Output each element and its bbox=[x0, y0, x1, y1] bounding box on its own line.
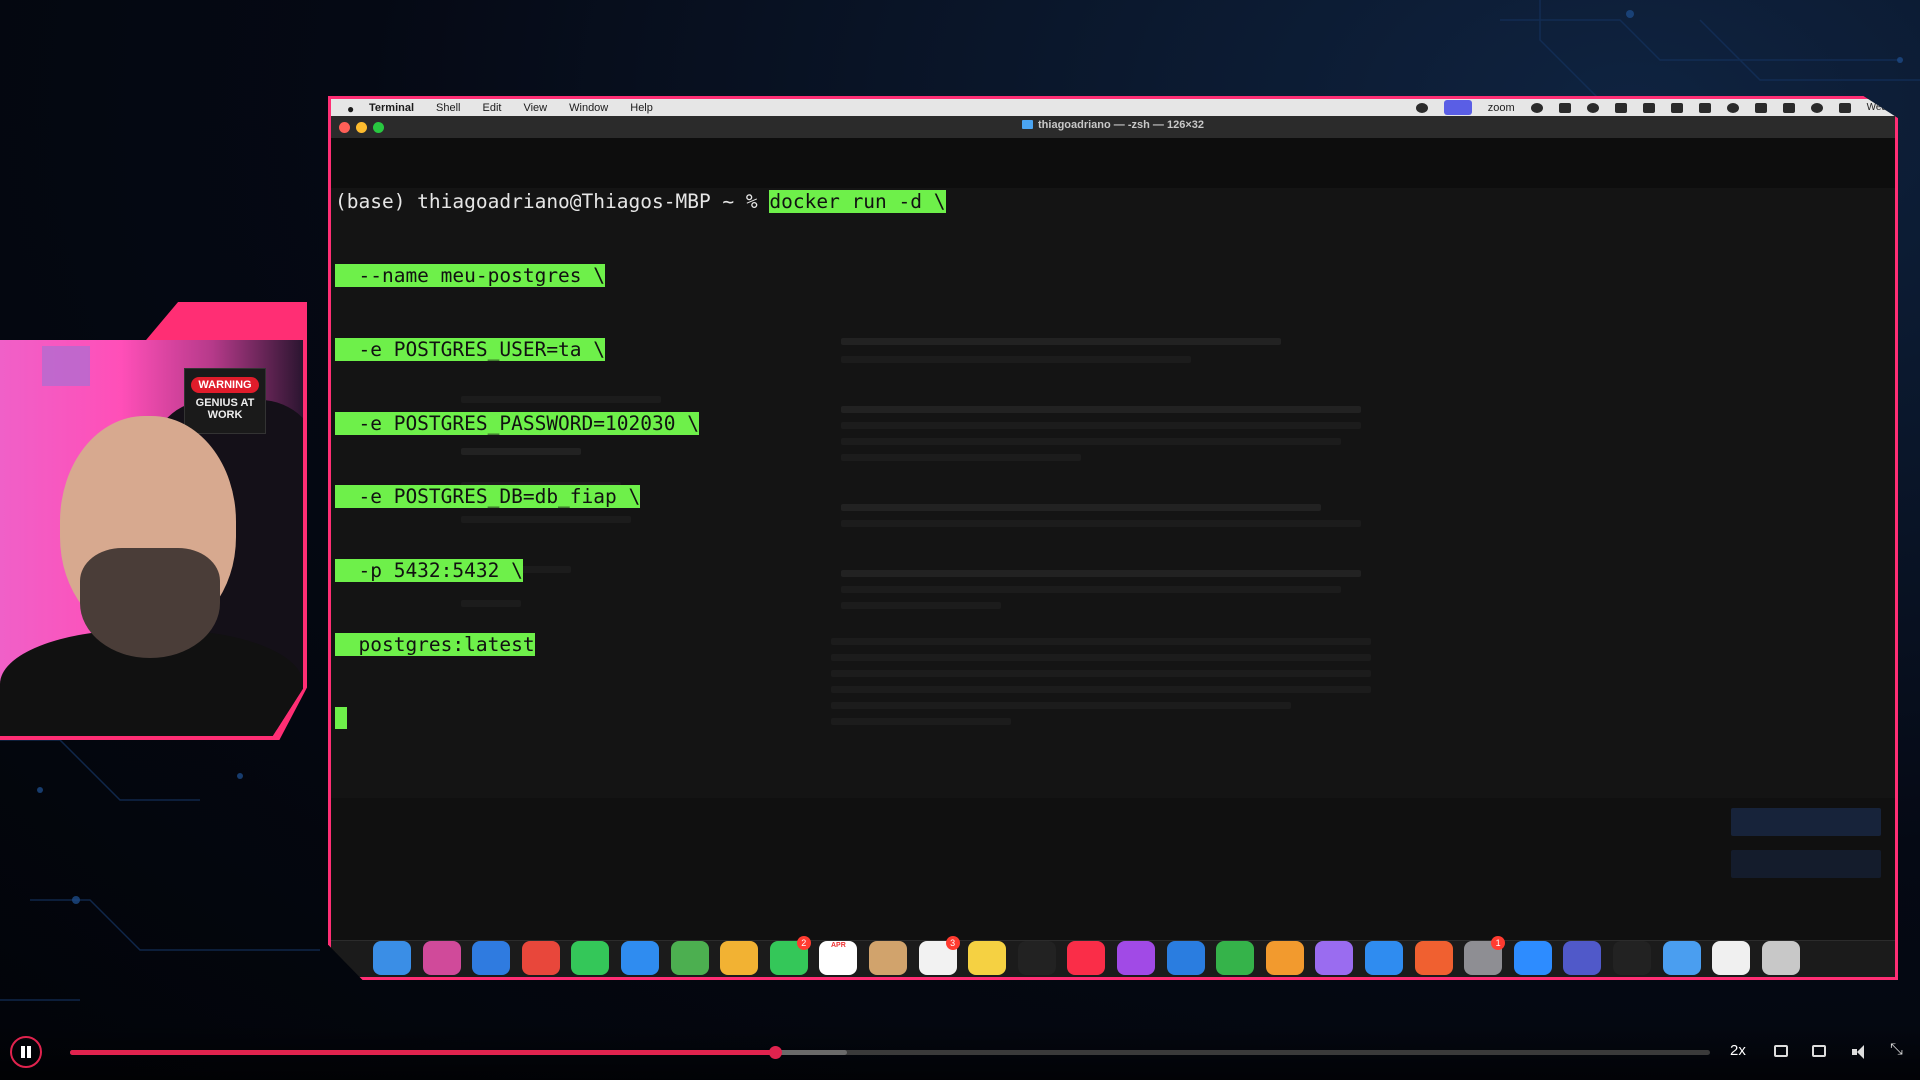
wall-poster bbox=[42, 346, 90, 386]
terminal-line: --name meu-postgres \ bbox=[335, 263, 946, 289]
dock-tv-icon[interactable] bbox=[1017, 941, 1056, 975]
dock-toolbox-icon[interactable] bbox=[1414, 941, 1453, 975]
dock-mail-icon[interactable] bbox=[621, 941, 659, 975]
background-button bbox=[1731, 808, 1881, 836]
terminal-line bbox=[335, 706, 946, 732]
control-center-icon[interactable] bbox=[1838, 102, 1851, 113]
command-line-5: -e POSTGRES_DB=db_fiap \ bbox=[335, 485, 641, 509]
folder-icon bbox=[1022, 120, 1034, 129]
playback-speed-button[interactable]: 2x bbox=[1730, 1042, 1746, 1059]
command-line-6: -p 5432:5432 \ bbox=[335, 559, 523, 583]
dock-notification-badge: 3 bbox=[945, 936, 960, 950]
dock-music-icon[interactable] bbox=[1067, 941, 1106, 975]
dock-chrome-icon[interactable] bbox=[521, 941, 560, 975]
command-line-3: -e POSTGRES_USER=ta \ bbox=[335, 337, 606, 361]
command-line-4: -e POSTGRES_PASSWORD=102030 \ bbox=[335, 411, 699, 435]
mac-dock: 2 APR 3 1 bbox=[331, 936, 1895, 977]
dock-trash-icon[interactable] bbox=[1761, 941, 1800, 975]
dock-keynote-icon[interactable] bbox=[1166, 941, 1205, 975]
status-icon-6[interactable] bbox=[1754, 102, 1767, 113]
terminal-body[interactable]: (base) thiagoadriano@Thiagos-MBP ~ % doc… bbox=[331, 138, 1895, 941]
command-line-2: --name meu-postgres \ bbox=[335, 263, 606, 287]
volume-icon[interactable] bbox=[1852, 1045, 1868, 1059]
dock-system-settings-icon[interactable]: 1 bbox=[1464, 936, 1506, 975]
terminal-line: -p 5432:5432 \ bbox=[335, 559, 946, 584]
poster-warning-label: WARNING bbox=[191, 377, 259, 393]
dock-notification-badge: 2 bbox=[796, 936, 811, 950]
mac-menubar: ● Terminal Shell Edit View Window Help z… bbox=[331, 99, 1895, 116]
dock-calendar-icon[interactable]: APR bbox=[819, 941, 858, 975]
terminal-line: -e POSTGRES_PASSWORD=102030 \ bbox=[335, 411, 946, 437]
progress-played bbox=[70, 1050, 776, 1055]
webcam-feed: WARNING GENIUS AT WORK bbox=[0, 340, 303, 736]
fullscreen-icon[interactable] bbox=[1890, 1039, 1906, 1059]
apple-icon[interactable]: ● bbox=[347, 102, 357, 116]
menubar-status-area: zoom Wed bbox=[1415, 99, 1887, 116]
status-icon-2[interactable] bbox=[1586, 102, 1599, 113]
menu-view[interactable]: View bbox=[523, 102, 547, 114]
warning-poster: WARNING GENIUS AT WORK bbox=[184, 368, 266, 434]
dock-finder-icon[interactable] bbox=[373, 941, 411, 975]
dock-contacts-icon[interactable] bbox=[869, 941, 907, 975]
menu-help[interactable]: Help bbox=[630, 102, 653, 114]
wifi-icon[interactable] bbox=[1782, 102, 1795, 113]
dock-app-store-icon[interactable] bbox=[1365, 941, 1403, 975]
pause-button[interactable] bbox=[10, 1036, 42, 1068]
screen-capture-frame: ● Terminal Shell Edit View Window Help z… bbox=[328, 96, 1898, 980]
dock-downloads-icon[interactable] bbox=[1662, 941, 1701, 975]
terminal-line: -e POSTGRES_DB=db_fiap \ bbox=[335, 485, 946, 510]
captions-icon[interactable] bbox=[1774, 1045, 1788, 1057]
dock-zoom-icon[interactable] bbox=[1513, 941, 1552, 975]
picture-in-picture-icon[interactable] bbox=[1812, 1045, 1826, 1057]
menu-app-name[interactable]: Terminal bbox=[369, 102, 414, 114]
background-footer bbox=[331, 798, 1895, 941]
dock-maps-icon[interactable] bbox=[670, 941, 709, 975]
dock-notes-icon[interactable] bbox=[968, 941, 1007, 975]
dock-messages-icon[interactable] bbox=[571, 941, 610, 975]
dock-podcasts-icon[interactable] bbox=[1117, 941, 1155, 975]
status-icon-1[interactable] bbox=[1530, 102, 1543, 113]
dock-notification-badge: 1 bbox=[1491, 936, 1506, 950]
poster-text: GENIUS AT WORK bbox=[195, 397, 255, 421]
dock-terminal-icon[interactable] bbox=[1613, 941, 1651, 975]
terminal-window-title: thiagoadriano — -zsh — 126×32 bbox=[331, 119, 1895, 131]
dock-documents-icon[interactable] bbox=[1712, 941, 1751, 975]
background-button bbox=[1731, 850, 1881, 878]
spotlight-search-icon[interactable] bbox=[1810, 102, 1823, 113]
menu-window[interactable]: Window bbox=[569, 102, 608, 114]
command-line-1: docker run -d \ bbox=[769, 190, 946, 214]
calendar-month-label: APR bbox=[831, 942, 846, 949]
dock-facetime-icon[interactable]: 2 bbox=[769, 936, 811, 975]
presenter-beard bbox=[80, 548, 220, 658]
progress-bar[interactable] bbox=[70, 1046, 1710, 1059]
shell-prompt: (base) thiagoadriano@Thiagos-MBP ~ % bbox=[335, 190, 770, 214]
status-icon-3[interactable] bbox=[1614, 102, 1627, 113]
terminal-command-line: (base) thiagoadriano@Thiagos-MBP ~ % doc… bbox=[335, 190, 946, 215]
dock-feather-icon[interactable] bbox=[1315, 941, 1354, 975]
terminal-output[interactable]: (base) thiagoadriano@Thiagos-MBP ~ % doc… bbox=[335, 141, 946, 780]
dock-teams-icon[interactable] bbox=[1563, 941, 1602, 975]
pen-icon[interactable] bbox=[1558, 102, 1571, 113]
dock-numbers-icon[interactable] bbox=[1216, 941, 1255, 975]
dock-launchpad-icon[interactable] bbox=[422, 941, 461, 975]
status-icon-4[interactable] bbox=[1642, 102, 1655, 113]
dock-photos-icon[interactable] bbox=[720, 941, 759, 975]
menu-shell[interactable]: Shell bbox=[436, 102, 460, 114]
dock-reminders-icon[interactable]: 3 bbox=[918, 936, 960, 975]
menu-edit[interactable]: Edit bbox=[483, 102, 502, 114]
play-status-icon[interactable] bbox=[1726, 102, 1739, 113]
zoom-share-icon[interactable] bbox=[1443, 100, 1472, 115]
dock-safari-icon[interactable] bbox=[472, 941, 511, 975]
terminal-line: postgres:latest bbox=[335, 632, 946, 658]
battery-icon[interactable] bbox=[1698, 102, 1711, 113]
terminal-line: -e POSTGRES_USER=ta \ bbox=[335, 337, 946, 363]
terminal-cursor bbox=[335, 706, 347, 729]
status-icon-5[interactable] bbox=[1670, 102, 1683, 113]
command-line-7: postgres:latest bbox=[335, 632, 535, 656]
camera-status-icon[interactable] bbox=[1415, 102, 1428, 113]
dock-pages-icon[interactable] bbox=[1265, 941, 1304, 975]
terminal-title-text: thiagoadriano — -zsh — 126×32 bbox=[1038, 119, 1204, 131]
zoom-menu-label[interactable]: zoom bbox=[1488, 102, 1515, 114]
terminal-titlebar[interactable]: thiagoadriano — -zsh — 126×32 bbox=[331, 116, 1895, 139]
